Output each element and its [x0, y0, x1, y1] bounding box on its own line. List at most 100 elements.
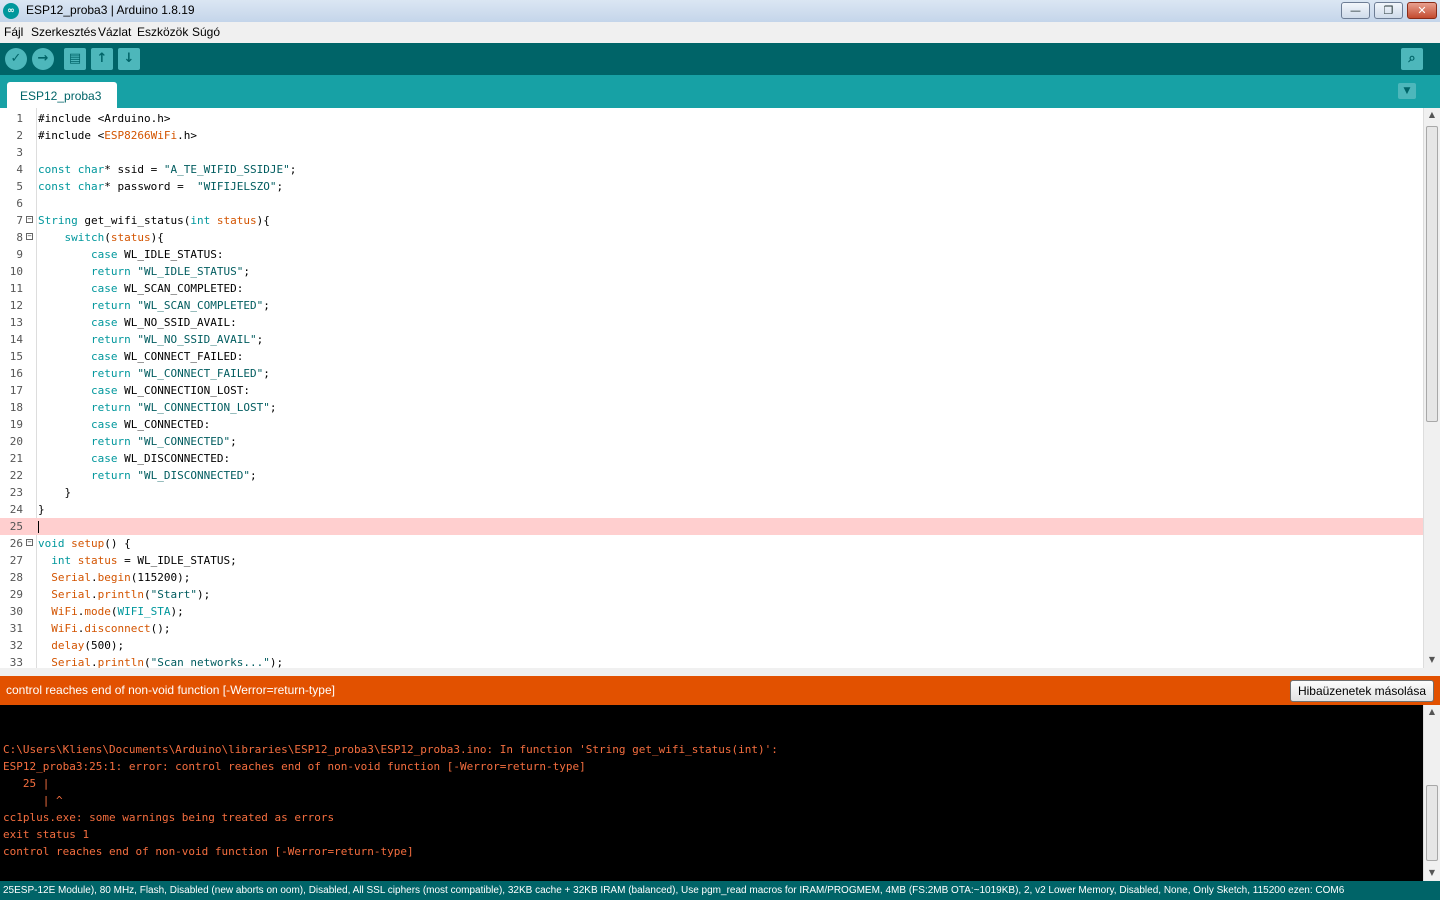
line-number: 20 — [9, 435, 23, 448]
verify-icon[interactable]: ✓ — [5, 48, 27, 70]
title-bar: ∞ ESP12_proba3 | Arduino 1.8.19 — ❐ ✕ — [0, 0, 1440, 23]
code-line[interactable]: 12 return "WL_SCAN_COMPLETED"; — [0, 297, 1423, 314]
code-line[interactable]: 18 return "WL_CONNECTION_LOST"; — [0, 399, 1423, 416]
line-number: 31 — [9, 622, 23, 635]
line-number: 19 — [9, 418, 23, 431]
code-text: return "WL_IDLE_STATUS"; — [90, 265, 250, 278]
minimize-button[interactable]: — — [1341, 2, 1370, 19]
code-line[interactable]: 14 return "WL_NO_SSID_AVAIL"; — [0, 331, 1423, 348]
code-line[interactable]: 5 const char* password = "WIFIJELSZO"; — [0, 178, 1423, 195]
code-line[interactable]: 8− switch(status){ — [0, 229, 1423, 246]
code-line[interactable]: 1 #include <Arduino.h> — [0, 110, 1423, 127]
code-line[interactable]: 23 } — [0, 484, 1423, 501]
fold-toggle-icon[interactable]: − — [26, 233, 33, 240]
line-number: 28 — [9, 571, 23, 584]
upload-icon[interactable]: → — [32, 48, 54, 70]
code-line[interactable]: 28 Serial.begin(115200); — [0, 569, 1423, 586]
fold-toggle-icon[interactable]: − — [26, 539, 33, 546]
line-number: 16 — [9, 367, 23, 380]
code-line[interactable]: 3 — [0, 144, 1423, 161]
code-line[interactable]: 11 case WL_SCAN_COMPLETED: — [0, 280, 1423, 297]
code-text: String get_wifi_status(int status){ — [38, 214, 270, 227]
open-icon[interactable]: ↑ — [91, 48, 113, 70]
line-number: 21 — [9, 452, 23, 465]
code-line[interactable]: 31 WiFi.disconnect(); — [0, 620, 1423, 637]
line-number: 17 — [9, 384, 23, 397]
serial-monitor-icon[interactable]: ⌕ — [1401, 48, 1423, 70]
console-line: control reaches end of non-void function… — [3, 845, 414, 858]
code-line[interactable]: 2 #include <ESP8266WiFi.h> — [0, 127, 1423, 144]
code-text: #include <ESP8266WiFi.h> — [38, 129, 197, 142]
code-text: return "WL_CONNECTED"; — [90, 435, 237, 448]
code-text: #include <Arduino.h> — [38, 112, 171, 125]
code-line[interactable]: 13 case WL_NO_SSID_AVAIL: — [0, 314, 1423, 331]
code-line[interactable]: 25 — [0, 518, 1423, 535]
code-text: Serial.println("Start"); — [51, 588, 211, 601]
code-line[interactable]: 30 WiFi.mode(WIFI_STA); — [0, 603, 1423, 620]
console-scroll-down-arrow-icon[interactable]: ▼ — [1424, 866, 1440, 880]
line-number: 5 — [16, 180, 23, 193]
code-line[interactable]: 9 case WL_IDLE_STATUS: — [0, 246, 1423, 263]
code-line[interactable]: 32 delay(500); — [0, 637, 1423, 654]
menu-sketch[interactable]: Vázlat — [98, 25, 131, 39]
tab-esp12-proba3[interactable]: ESP12_proba3 — [7, 82, 117, 108]
code-text: } — [38, 503, 45, 516]
scroll-up-arrow-icon[interactable]: ▲ — [1424, 108, 1440, 122]
fold-toggle-icon[interactable]: − — [26, 216, 33, 223]
menu-edit[interactable]: Szerkesztés — [31, 25, 96, 39]
menu-help[interactable]: Súgó — [192, 25, 220, 39]
code-text: case WL_NO_SSID_AVAIL: — [90, 316, 237, 329]
splitter[interactable] — [0, 668, 1440, 676]
console-output[interactable]: C:\Users\Kliens\Documents\Arduino\librar… — [0, 705, 1440, 881]
console-line: cc1plus.exe: some warnings being treated… — [3, 811, 335, 824]
console-line: exit status 1 — [3, 828, 90, 841]
console-scroll-up-arrow-icon[interactable]: ▲ — [1424, 705, 1440, 719]
code-line[interactable]: 21 case WL_DISCONNECTED: — [0, 450, 1423, 467]
code-line[interactable]: 17 case WL_CONNECTION_LOST: — [0, 382, 1423, 399]
tab-menu-chevron-down-icon[interactable]: ▼ — [1398, 83, 1416, 99]
scroll-down-arrow-icon[interactable]: ▼ — [1424, 653, 1440, 667]
line-number: 22 — [9, 469, 23, 482]
code-line[interactable]: 16 return "WL_CONNECT_FAILED"; — [0, 365, 1423, 382]
code-text: WiFi.disconnect(); — [51, 622, 171, 635]
copy-error-messages-button[interactable]: Hibaüzenetek másolása — [1290, 680, 1434, 702]
code-line[interactable]: 4 const char* ssid = "A_TE_WIFID_SSIDJE"; — [0, 161, 1423, 178]
line-number: 32 — [9, 639, 23, 652]
console-scroll-thumb[interactable] — [1426, 785, 1438, 861]
code-line[interactable]: 29 Serial.println("Start"); — [0, 586, 1423, 603]
code-editor[interactable]: 1 #include <Arduino.h> 2 #include <ESP8266W… — [0, 108, 1440, 668]
code-text: return "WL_SCAN_COMPLETED"; — [90, 299, 270, 312]
code-line[interactable]: 27 int status = WL_IDLE_STATUS; — [0, 552, 1423, 569]
new-icon[interactable]: ▤ — [64, 48, 86, 70]
code-line[interactable]: 22 return "WL_DISCONNECTED"; — [0, 467, 1423, 484]
code-line[interactable]: 10 return "WL_IDLE_STATUS"; — [0, 263, 1423, 280]
line-number: 29 — [9, 588, 23, 601]
editor-scrollbar[interactable]: ▲ ▼ — [1423, 108, 1440, 668]
code-text: void setup() { — [38, 537, 131, 550]
code-text: return "WL_CONNECTION_LOST"; — [90, 401, 277, 414]
code-text: return "WL_NO_SSID_AVAIL"; — [90, 333, 264, 346]
line-number: 2 — [16, 129, 23, 142]
menu-file[interactable]: Fájl — [4, 25, 23, 39]
line-number: 9 — [16, 248, 23, 261]
code-text: } — [38, 486, 72, 499]
cursor-line-indicator: 25 — [3, 885, 15, 896]
code-line[interactable]: 24} — [0, 501, 1423, 518]
code-line[interactable]: 33 Serial.println("Scan networks..."); — [0, 654, 1423, 668]
editor-scroll-thumb[interactable] — [1426, 126, 1438, 422]
code-line[interactable]: 26− void setup() { — [0, 535, 1423, 552]
close-button[interactable]: ✕ — [1407, 2, 1437, 19]
code-text: case WL_CONNECT_FAILED: — [90, 350, 244, 363]
code-text: Serial.begin(115200); — [51, 571, 191, 584]
maximize-button[interactable]: ❐ — [1374, 2, 1403, 19]
save-icon[interactable]: ↓ — [118, 48, 140, 70]
code-line[interactable]: 7− String get_wifi_status(int status){ — [0, 212, 1423, 229]
code-text: switch(status){ — [64, 231, 164, 244]
code-line[interactable]: 15 case WL_CONNECT_FAILED: — [0, 348, 1423, 365]
menu-tools[interactable]: Eszközök — [137, 25, 188, 39]
line-number: 25 — [9, 520, 23, 533]
console-scrollbar[interactable]: ▲ ▼ — [1423, 705, 1440, 881]
code-line[interactable]: 20 return "WL_CONNECTED"; — [0, 433, 1423, 450]
code-line[interactable]: 6 — [0, 195, 1423, 212]
code-line[interactable]: 19 case WL_CONNECTED: — [0, 416, 1423, 433]
